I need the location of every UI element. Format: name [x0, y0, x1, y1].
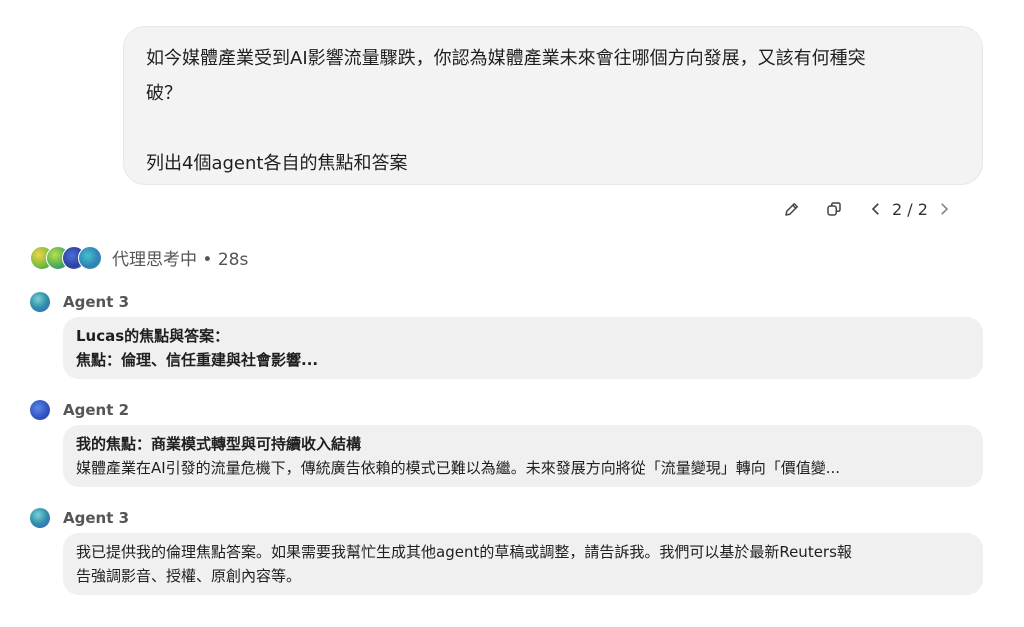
agent-name: Agent 2: [63, 401, 130, 419]
agent-message-text: 告強調影音、授權、原創內容等。: [76, 567, 302, 585]
agent-message: Agent 3 Lucas的焦點與答案： 焦點：倫理、信任重建與社會影響...: [30, 291, 983, 379]
avatar: [30, 292, 50, 312]
agent-message-bubble[interactable]: 我已提供我的倫理焦點答案。如果需要我幫忙生成其他agent的草稿或調整，請告訴我…: [63, 533, 983, 595]
pencil-icon[interactable]: [780, 197, 804, 221]
agent-avatar-group: [30, 245, 102, 270]
agent-message: Agent 2 我的焦點：商業模式轉型與可持續收入結構 媒體產業在AI引發的流量…: [30, 399, 983, 487]
agent-message-bubble[interactable]: 我的焦點：商業模式轉型與可持續收入結構 媒體產業在AI引發的流量危機下，傳統廣告…: [63, 425, 983, 487]
user-message-line: 破？: [146, 83, 182, 104]
agent-message-text: Lucas的焦點與答案：: [76, 327, 230, 345]
thinking-status[interactable]: 代理思考中 • 28s: [30, 245, 248, 270]
pagination-indicator: 2 / 2: [892, 199, 928, 219]
agent-message-text: 媒體產業在AI引發的流量危機下，傳統廣告依賴的模式已難以為繼。未來發展方向將從「…: [76, 459, 840, 477]
agent-message-text: 我已提供我的倫理焦點答案。如果需要我幫忙生成其他agent的草稿或調整，請告訴我…: [76, 543, 852, 561]
user-message-line: 如今媒體產業受到AI影響流量驟跌，你認為媒體產業未來會往哪個方向發展，又該有何種…: [146, 48, 866, 69]
agent-name: Agent 3: [63, 509, 130, 527]
chevron-left-icon[interactable]: [864, 197, 888, 221]
agent-message-bubble[interactable]: Lucas的焦點與答案： 焦點：倫理、信任重建與社會影響...: [63, 317, 983, 379]
avatar: [30, 508, 50, 528]
avatar: [78, 245, 102, 270]
user-message-bubble: 如今媒體產業受到AI影響流量驟跌，你認為媒體產業未來會往哪個方向發展，又該有何種…: [123, 26, 983, 185]
thinking-label: 代理思考中 • 28s: [112, 250, 249, 270]
avatar: [30, 400, 50, 420]
chevron-right-icon[interactable]: [932, 197, 956, 221]
user-message-line: 列出4個agent各自的焦點和答案: [146, 153, 408, 174]
agent-message-text: 我的焦點：商業模式轉型與可持續收入結構: [76, 435, 362, 453]
agent-message: Agent 3 我已提供我的倫理焦點答案。如果需要我幫忙生成其他agent的草稿…: [30, 507, 983, 595]
agent-name: Agent 3: [63, 293, 130, 311]
copy-icon[interactable]: [822, 197, 846, 221]
message-actions: 2 / 2: [780, 196, 956, 222]
agent-message-text: 焦點：倫理、信任重建與社會影響...: [76, 351, 319, 369]
